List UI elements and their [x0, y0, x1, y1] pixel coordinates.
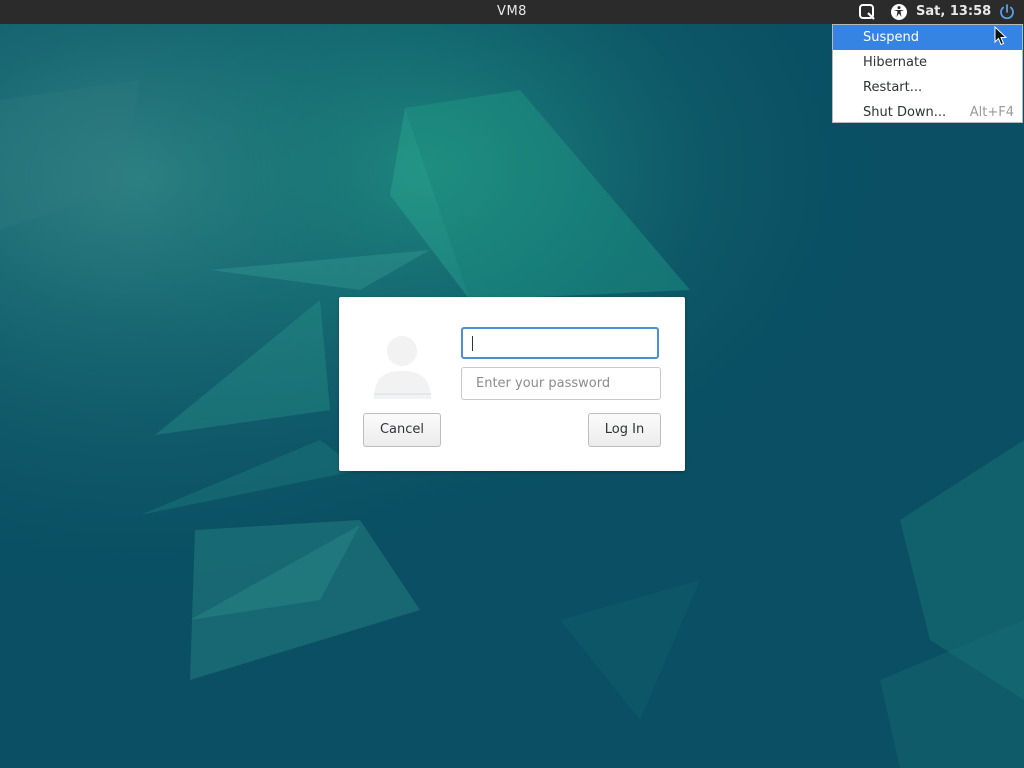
menu-item-restart[interactable]: Restart... [833, 75, 1022, 100]
log-in-button[interactable]: Log In [588, 413, 661, 447]
menu-item-label: Shut Down... [863, 105, 947, 120]
login-dialog: Cancel Log In [339, 297, 685, 471]
user-avatar-icon [374, 336, 431, 399]
password-input[interactable] [461, 367, 661, 400]
menu-item-accelerator: Alt+F4 [969, 105, 1014, 120]
cancel-button[interactable]: Cancel [363, 413, 441, 447]
desktop: VM8 Sat, 13:58 Suspend Hibernate Restart… [0, 0, 1024, 768]
keyboard-indicator-icon[interactable] [858, 3, 876, 21]
username-input[interactable] [461, 327, 659, 359]
menu-item-hibernate[interactable]: Hibernate [833, 50, 1022, 75]
clock[interactable]: Sat, 13:58 [916, 0, 991, 24]
mouse-pointer-icon [994, 26, 1008, 46]
top-bar: VM8 Sat, 13:58 [0, 0, 1024, 24]
text-caret [472, 336, 473, 351]
menu-item-label: Suspend [863, 30, 920, 45]
power-icon[interactable] [998, 3, 1016, 21]
menu-item-label: Hibernate [863, 55, 928, 70]
accessibility-icon[interactable] [890, 3, 908, 21]
menu-item-shut-down[interactable]: Shut Down... Alt+F4 [833, 100, 1022, 125]
menu-item-label: Restart... [863, 80, 923, 95]
